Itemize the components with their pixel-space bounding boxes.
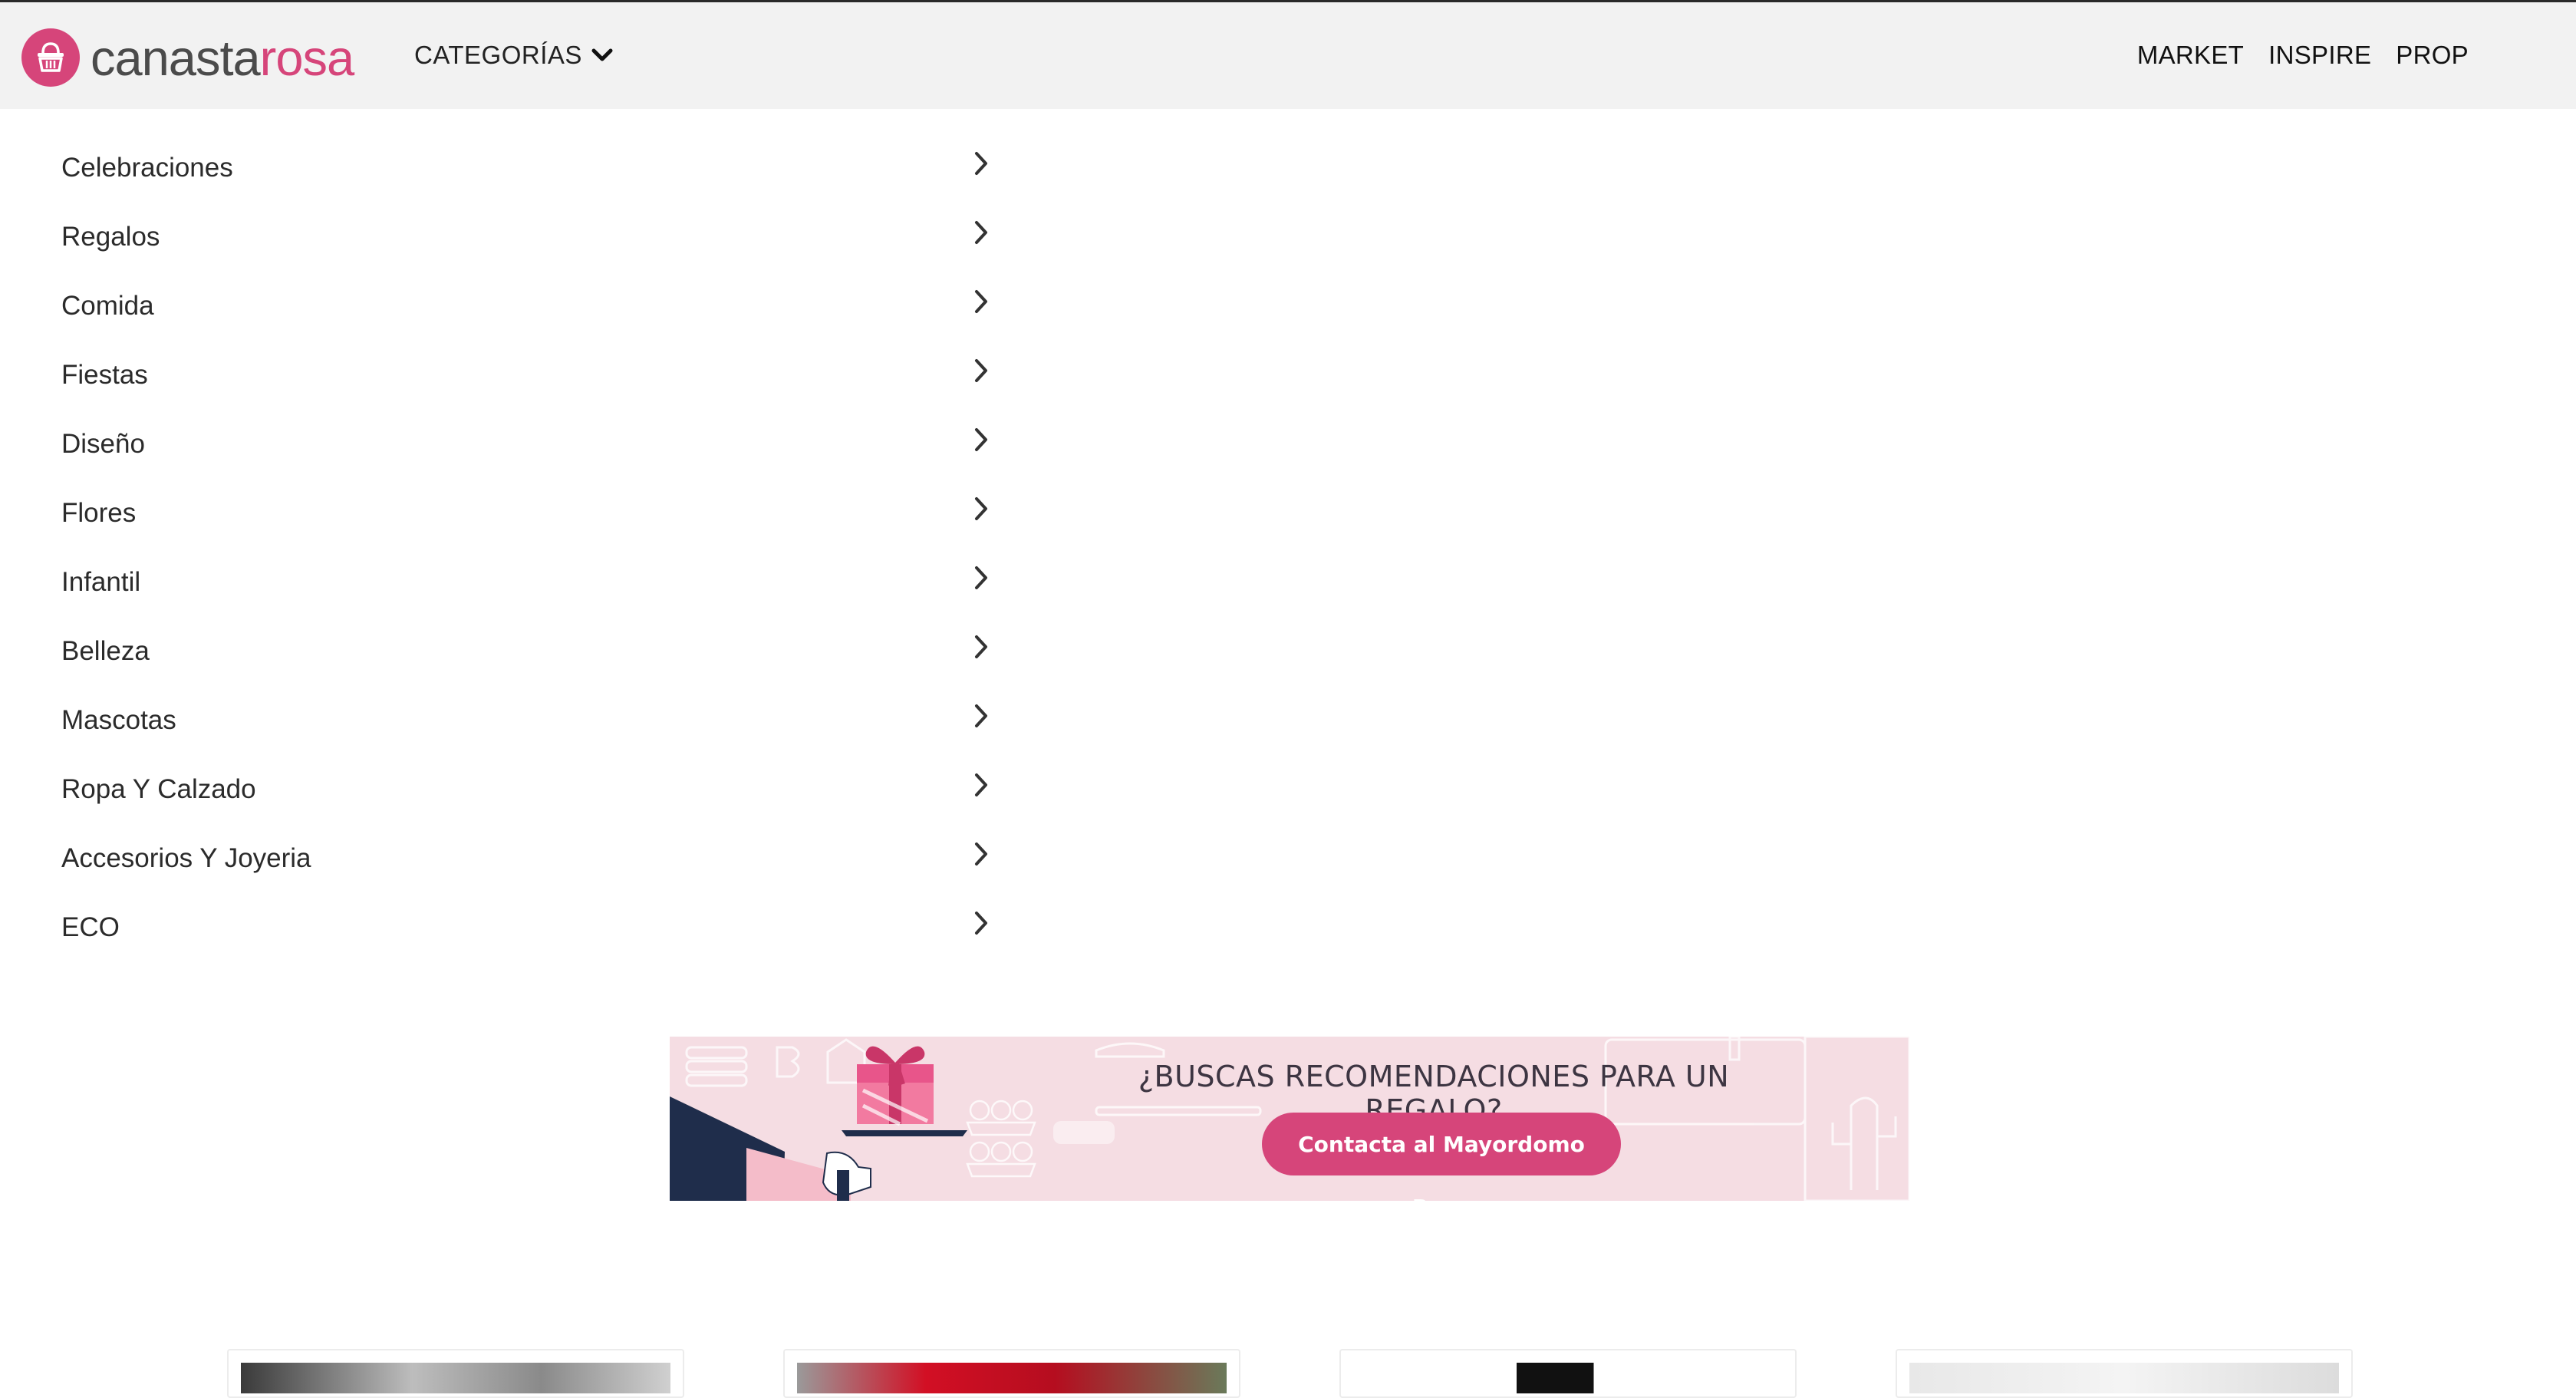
category-item[interactable]: Fiestas <box>61 345 990 414</box>
top-nav: MARKET INSPIRE PROP <box>2113 41 2469 70</box>
site-logo[interactable]: canastarosa <box>21 28 354 87</box>
category-item[interactable]: Regalos <box>61 207 990 276</box>
category-item[interactable]: Celebraciones <box>61 138 990 207</box>
category-item-label: Celebraciones <box>61 153 233 183</box>
category-item-label: Ropa Y Calzado <box>61 774 256 804</box>
product-card[interactable] <box>1896 1349 2353 1398</box>
category-item[interactable]: Belleza <box>61 622 990 691</box>
category-item[interactable]: Comida <box>61 276 990 345</box>
categories-dropdown-button[interactable]: CATEGORÍAS <box>414 41 613 70</box>
category-item[interactable]: Diseño <box>61 414 990 483</box>
category-item-label: Mascotas <box>61 705 176 735</box>
category-item-label: Accesorios Y Joyeria <box>61 843 311 873</box>
chevron-right-icon <box>975 842 987 866</box>
chevron-right-icon <box>975 290 987 313</box>
chevron-right-icon <box>975 497 987 520</box>
chevron-right-icon <box>975 635 987 658</box>
category-item-label: ECO <box>61 912 120 942</box>
chevron-right-icon <box>975 359 987 382</box>
chevron-right-icon <box>975 912 987 935</box>
category-item-label: Belleza <box>61 636 150 666</box>
nav-link-prop[interactable]: PROP <box>2396 41 2469 70</box>
basket-logo-icon <box>21 28 80 87</box>
category-item-label: Diseño <box>61 429 145 459</box>
chevron-right-icon <box>975 152 987 175</box>
category-item-label: Fiestas <box>61 360 148 390</box>
chevron-down-icon <box>591 48 613 61</box>
logo-text-canasta: canasta <box>91 29 261 86</box>
site-header: canastarosa CATEGORÍAS MARKET INSPIRE PR… <box>0 2 2576 109</box>
categories-menu: Celebraciones Regalos Comida Fiestas Diseño F… <box>61 138 990 967</box>
logo-wordmark: canastarosa <box>91 33 354 83</box>
category-item[interactable]: Accesorios Y Joyeria <box>61 829 990 898</box>
chevron-right-icon <box>975 221 987 244</box>
product-image <box>1353 1363 1783 1393</box>
chevron-right-icon <box>975 773 987 796</box>
chevron-right-icon <box>975 566 987 589</box>
logo-text-rosa: rosa <box>259 29 354 86</box>
category-item-label: Regalos <box>61 222 160 252</box>
category-item-label: Flores <box>61 498 137 528</box>
contact-mayordomo-button[interactable]: Contacta al Mayordomo Rosa <box>1262 1113 1621 1201</box>
gift-recommendation-banner[interactable]: ¿BUSCAS RECOMENDACIONES PARA UN REGALO? … <box>670 1037 1909 1201</box>
categories-label: CATEGORÍAS <box>414 41 582 69</box>
product-card[interactable] <box>1339 1349 1797 1398</box>
product-card[interactable] <box>227 1349 684 1398</box>
product-image <box>1909 1363 2339 1393</box>
nav-link-inspire[interactable]: INSPIRE <box>2268 41 2371 70</box>
product-image <box>241 1363 670 1393</box>
product-card[interactable] <box>783 1349 1240 1398</box>
category-item[interactable]: Ropa Y Calzado <box>61 760 990 829</box>
category-item-label: Infantil <box>61 567 141 597</box>
chevron-right-icon <box>975 428 987 451</box>
category-item[interactable]: Infantil <box>61 552 990 622</box>
product-image <box>797 1363 1227 1393</box>
category-item[interactable]: Flores <box>61 483 990 552</box>
nav-link-market[interactable]: MARKET <box>2137 41 2244 70</box>
category-item-label: Comida <box>61 291 154 321</box>
category-item[interactable]: Mascotas <box>61 691 990 760</box>
category-item[interactable]: ECO <box>61 898 990 967</box>
chevron-right-icon <box>975 704 987 727</box>
